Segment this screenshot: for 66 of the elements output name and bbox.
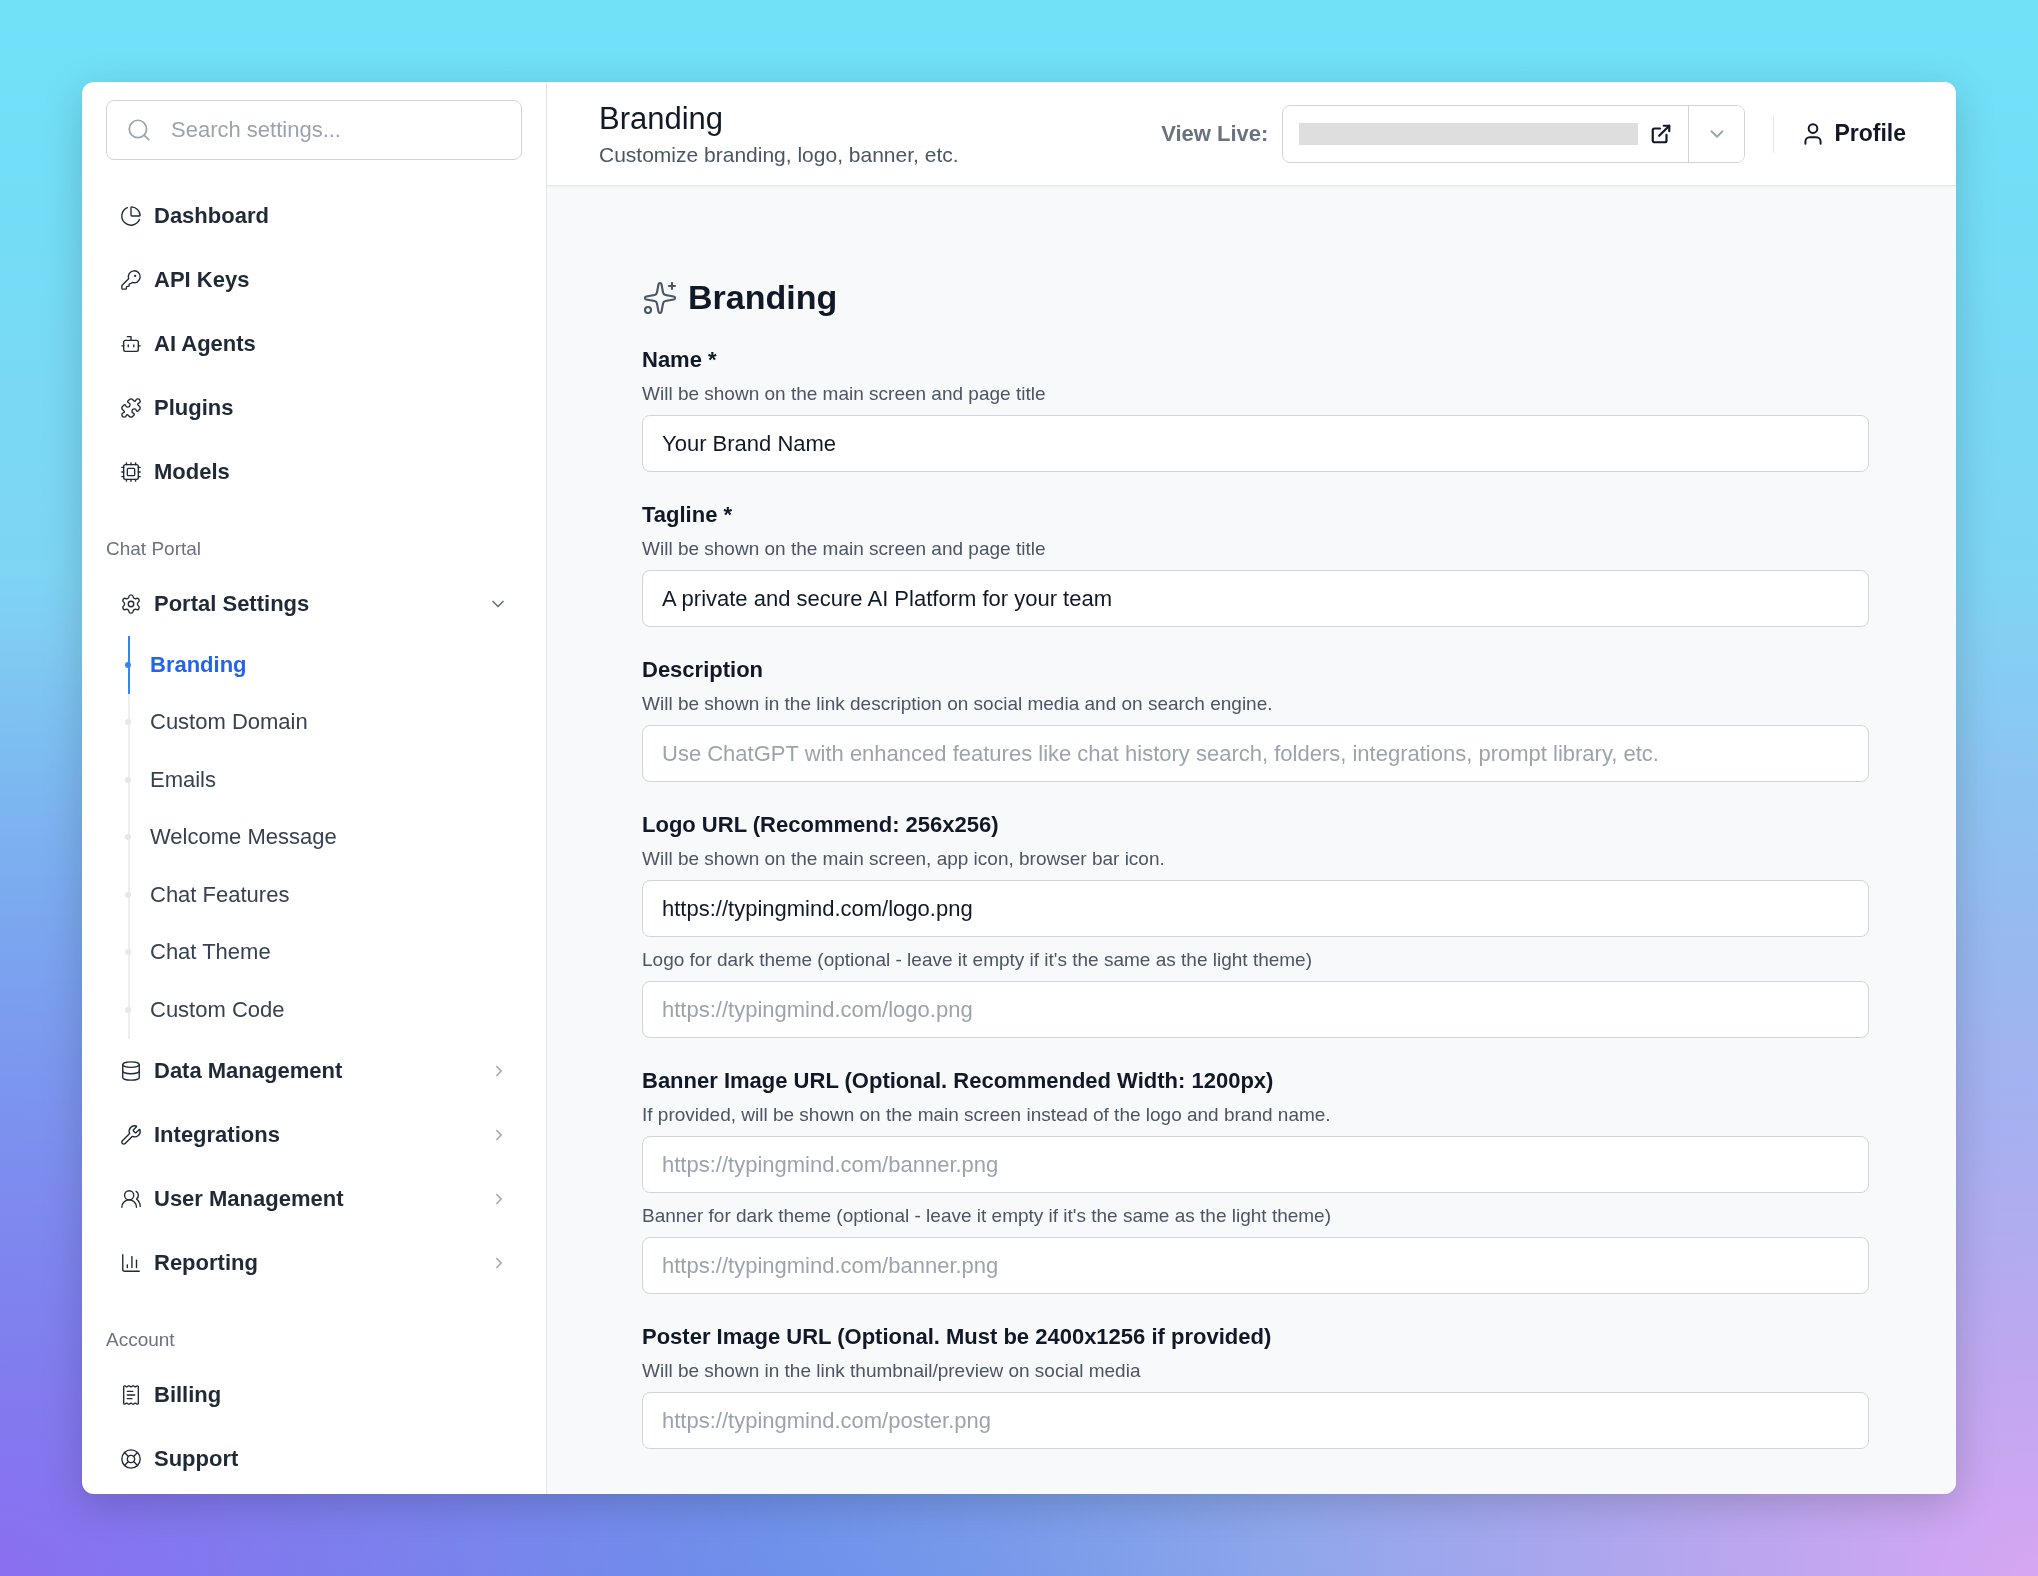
sidebar-subitem[interactable]: Branding xyxy=(128,636,522,694)
field-hint: Will be shown in the link thumbnail/preview on social media xyxy=(642,1360,1142,1382)
sidebar-subitem[interactable]: Custom Code xyxy=(128,981,522,1039)
section-heading: Account xyxy=(106,1328,176,1351)
view-live-label: View Live: xyxy=(1161,120,1269,147)
sidebar-item[interactable]: AI Agents xyxy=(106,312,522,376)
input-field[interactable]: https://typingmind.com/logo.png xyxy=(642,981,1869,1038)
field-note: Banner for dark theme (optional - leave it empty if it's the same as the light theme) xyxy=(642,1205,1332,1227)
life-buoy-icon xyxy=(120,1447,142,1470)
sidebar-item[interactable]: Integrations xyxy=(106,1102,522,1167)
sidebar-subitem[interactable]: Custom Domain xyxy=(128,693,522,751)
input-field[interactable]: https://typingmind.com/poster.png xyxy=(642,1392,1869,1449)
users-icon xyxy=(120,1187,142,1210)
sidebar-item[interactable]: Models xyxy=(106,440,522,504)
section-title: Branding xyxy=(688,278,838,317)
sidebar-item[interactable]: Billing xyxy=(106,1362,522,1427)
sidebar-subitem[interactable]: Welcome Message xyxy=(128,808,522,866)
wrench-icon xyxy=(120,1123,142,1146)
key-icon xyxy=(120,269,142,291)
view-live-field[interactable] xyxy=(1282,104,1746,163)
page-subtitle: Customize branding, logo, banner, etc. xyxy=(599,142,960,167)
section-heading: Chat Portal xyxy=(106,538,203,560)
sidebar-item[interactable]: API Keys xyxy=(106,248,522,312)
chip-icon xyxy=(120,461,142,483)
dropdown-button[interactable] xyxy=(1688,105,1745,162)
sidebar-item[interactable]: Reporting xyxy=(106,1230,522,1295)
field-label: Logo URL (Recommend: 256x256) xyxy=(642,812,1000,838)
field-label: Name * xyxy=(642,347,718,373)
sidebar-item[interactable]: Portal Settings xyxy=(106,572,522,636)
page-title: Branding xyxy=(599,100,725,137)
settings-icon xyxy=(120,593,142,615)
input-field[interactable]: A private and secure AI Platform for your team xyxy=(642,570,1869,627)
sidebar-subitem[interactable]: Chat Theme xyxy=(128,923,522,981)
field-note: Logo for dark theme (optional - leave it empty if it's the same as the light theme) xyxy=(642,949,1313,971)
field-hint: Will be shown in the link description on social media and on search engine. xyxy=(642,693,1274,715)
pie-chart-icon xyxy=(120,205,142,227)
input-field[interactable]: Use ChatGPT with enhanced features like chat history search, folders, integrations, prompt library, etc. xyxy=(642,725,1869,782)
sidebar-item[interactable]: Support xyxy=(106,1426,522,1491)
search-icon xyxy=(126,117,152,143)
input-field[interactable]: https://typingmind.com/banner.png xyxy=(642,1237,1869,1294)
receipt-icon xyxy=(120,1383,142,1406)
sidebar-item[interactable]: Dashboard xyxy=(106,184,522,248)
field-label: Poster Image URL (Optional. Must be 2400x1256 if provided) xyxy=(642,1324,1273,1350)
input-field[interactable]: https://typingmind.com/logo.png xyxy=(642,880,1869,937)
field-hint: Will be shown on the main screen, app icon, browser bar icon. xyxy=(642,848,1166,870)
sidebar-item[interactable]: Plugins xyxy=(106,376,522,440)
profile-button[interactable]: Profile xyxy=(1794,116,1912,151)
sidebar-item[interactable]: User Management xyxy=(106,1166,522,1231)
robot-icon xyxy=(120,333,142,355)
input-field[interactable]: https://typingmind.com/banner.png xyxy=(642,1136,1869,1193)
sidebar-subitem[interactable]: Chat Features xyxy=(128,866,522,924)
database-icon xyxy=(120,1059,142,1082)
field-hint: If provided, will be shown on the main screen instead of the logo and brand name. xyxy=(642,1104,1332,1126)
search-field[interactable]: Search settings... xyxy=(106,100,522,160)
external-link-icon[interactable] xyxy=(1650,122,1673,145)
sidebar-subitem[interactable]: Emails xyxy=(128,751,522,809)
field-hint: Will be shown on the main screen and page title xyxy=(642,538,1047,560)
puzzle-icon xyxy=(120,397,142,419)
field-hint: Will be shown on the main screen and page title xyxy=(642,383,1047,405)
input-field[interactable]: Your Brand Name xyxy=(642,415,1869,472)
bar-chart-icon xyxy=(120,1251,142,1274)
field-label: Tagline * xyxy=(642,502,734,528)
field-label: Banner Image URL (Optional. Recommended Width: 1200px) xyxy=(642,1068,1275,1094)
sparkles-icon xyxy=(642,279,678,316)
sidebar-item[interactable]: Data Management xyxy=(106,1038,522,1103)
field-label: Description xyxy=(642,657,765,683)
